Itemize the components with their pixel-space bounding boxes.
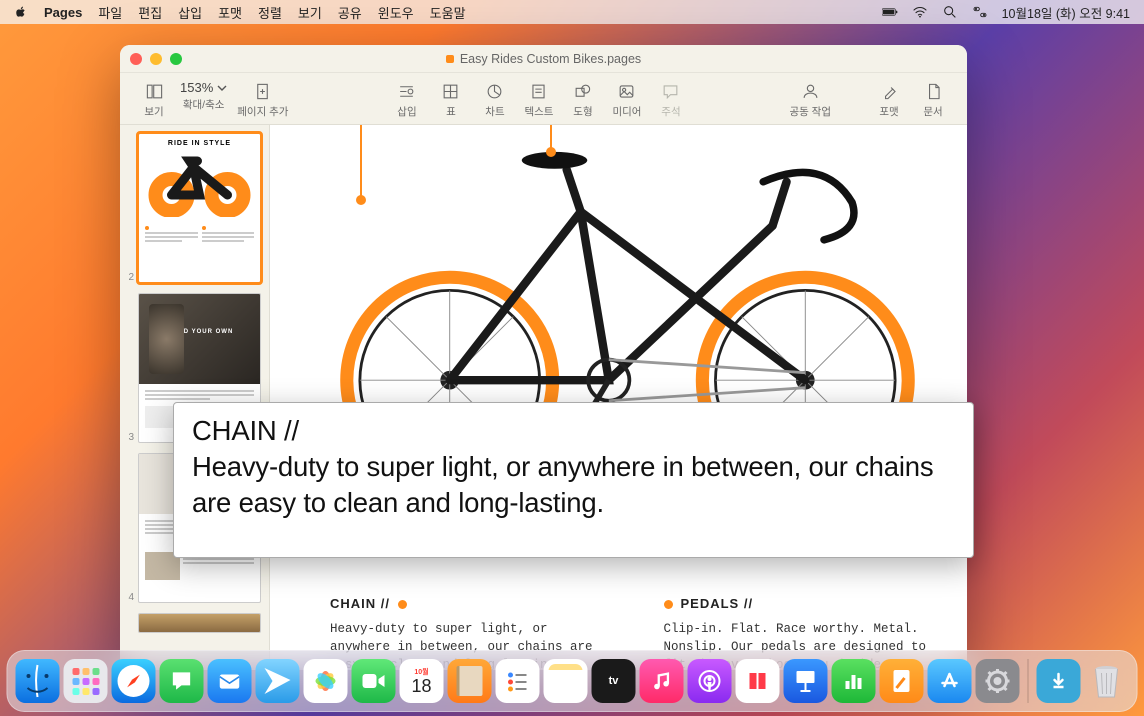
control-center-icon[interactable] <box>972 4 988 20</box>
toolbar-chart[interactable]: 차트 <box>473 77 517 122</box>
app-name[interactable]: Pages <box>44 5 82 20</box>
dock-numbers[interactable] <box>832 659 876 703</box>
window-title: Easy Rides Custom Bikes.pages <box>460 52 641 66</box>
pages-window: Easy Rides Custom Bikes.pages 보기 153% 확대… <box>120 45 967 670</box>
document-modified-dot <box>446 55 454 63</box>
toolbar-media[interactable]: 미디어 <box>605 77 649 122</box>
window-minimize[interactable] <box>150 53 162 65</box>
menu-share[interactable]: 공유 <box>338 3 362 22</box>
dock-trash[interactable] <box>1085 659 1129 703</box>
menu-file[interactable]: 파일 <box>98 3 122 22</box>
dock-safari[interactable] <box>112 659 156 703</box>
dock-separator <box>1028 659 1029 703</box>
toolbar-table[interactable]: 표 <box>429 77 473 122</box>
dock-keynote[interactable] <box>784 659 828 703</box>
window-close[interactable] <box>130 53 142 65</box>
hover-line2: Heavy-duty to super light, or anywhere i… <box>192 449 955 521</box>
menu-help[interactable]: 도움말 <box>430 3 466 22</box>
search-icon[interactable] <box>942 4 958 20</box>
menu-view[interactable]: 보기 <box>298 3 322 22</box>
chain-heading: CHAIN // <box>330 595 390 614</box>
dock-maps[interactable] <box>256 659 300 703</box>
dock-settings[interactable] <box>976 659 1020 703</box>
menu-format[interactable]: 포맷 <box>218 3 242 22</box>
menu-edit[interactable]: 편집 <box>138 3 162 22</box>
menubar-clock[interactable]: 10월18일 (화) 오전 9:41 <box>1002 3 1130 22</box>
hover-text-tooltip: CHAIN // Heavy-duty to super light, or a… <box>173 402 974 558</box>
toolbar-shape[interactable]: 도형 <box>561 77 605 122</box>
pedals-heading: PEDALS // <box>681 595 754 614</box>
dock-music[interactable] <box>640 659 684 703</box>
dock-facetime[interactable] <box>352 659 396 703</box>
titlebar: Easy Rides Custom Bikes.pages <box>120 45 967 73</box>
dock-finder[interactable] <box>16 659 60 703</box>
chevron-down-icon <box>217 83 227 93</box>
toolbar-text[interactable]: 텍스트 <box>517 77 561 122</box>
toolbar-format[interactable]: 포맷 <box>867 77 911 122</box>
dock-launchpad[interactable] <box>64 659 108 703</box>
dock-podcasts[interactable] <box>688 659 732 703</box>
wifi-icon[interactable] <box>912 4 928 20</box>
dock-news[interactable] <box>736 659 780 703</box>
page-thumbnails-sidebar: 2 RIDE IN STYLE 3 <box>120 125 270 670</box>
apple-icon[interactable] <box>14 5 28 19</box>
dock-reminders[interactable] <box>496 659 540 703</box>
dock-pages[interactable] <box>880 659 924 703</box>
dock-appstore[interactable] <box>928 659 972 703</box>
dock-mail[interactable] <box>208 659 252 703</box>
dock-downloads[interactable] <box>1037 659 1081 703</box>
document-canvas[interactable]: CHAIN // Heavy-duty to super light, or a… <box>270 125 967 670</box>
dock-tv[interactable]: tv <box>592 659 636 703</box>
callout-dot-icon <box>664 600 673 609</box>
toolbar-document[interactable]: 문서 <box>911 77 955 122</box>
toolbar-view[interactable]: 보기 <box>132 77 176 122</box>
menu-window[interactable]: 윈도우 <box>378 3 414 22</box>
toolbar-collab[interactable]: 공동 작업 <box>783 77 837 122</box>
thumbnail-page-2[interactable]: 2 RIDE IN STYLE <box>124 133 261 283</box>
hover-line1: CHAIN // <box>192 413 955 449</box>
toolbar-comment: 주석 <box>649 77 693 122</box>
menu-insert[interactable]: 삽입 <box>178 3 202 22</box>
dock: 10월18 tv <box>7 650 1138 712</box>
toolbar-insert[interactable]: 삽입 <box>385 77 429 122</box>
dock-calendar[interactable]: 10월18 <box>400 659 444 703</box>
dock-messages[interactable] <box>160 659 204 703</box>
toolbar: 보기 153% 확대/축소 페이지 추가 삽입 표 차트 텍스트 도형 <box>120 73 967 125</box>
dock-notes[interactable] <box>544 659 588 703</box>
thumbnail-page-5[interactable] <box>124 613 261 633</box>
toolbar-addpage[interactable]: 페이지 추가 <box>231 77 294 122</box>
toolbar-zoom[interactable]: 153% 확대/축소 <box>176 77 231 115</box>
window-zoom[interactable] <box>170 53 182 65</box>
menu-arrange[interactable]: 정렬 <box>258 3 282 22</box>
callout-dot-icon <box>398 600 407 609</box>
menubar: Pages 파일 편집 삽입 포맷 정렬 보기 공유 윈도우 도움말 10월18… <box>0 0 1144 24</box>
dock-photos[interactable] <box>304 659 348 703</box>
battery-icon[interactable] <box>882 4 898 20</box>
dock-contacts[interactable] <box>448 659 492 703</box>
